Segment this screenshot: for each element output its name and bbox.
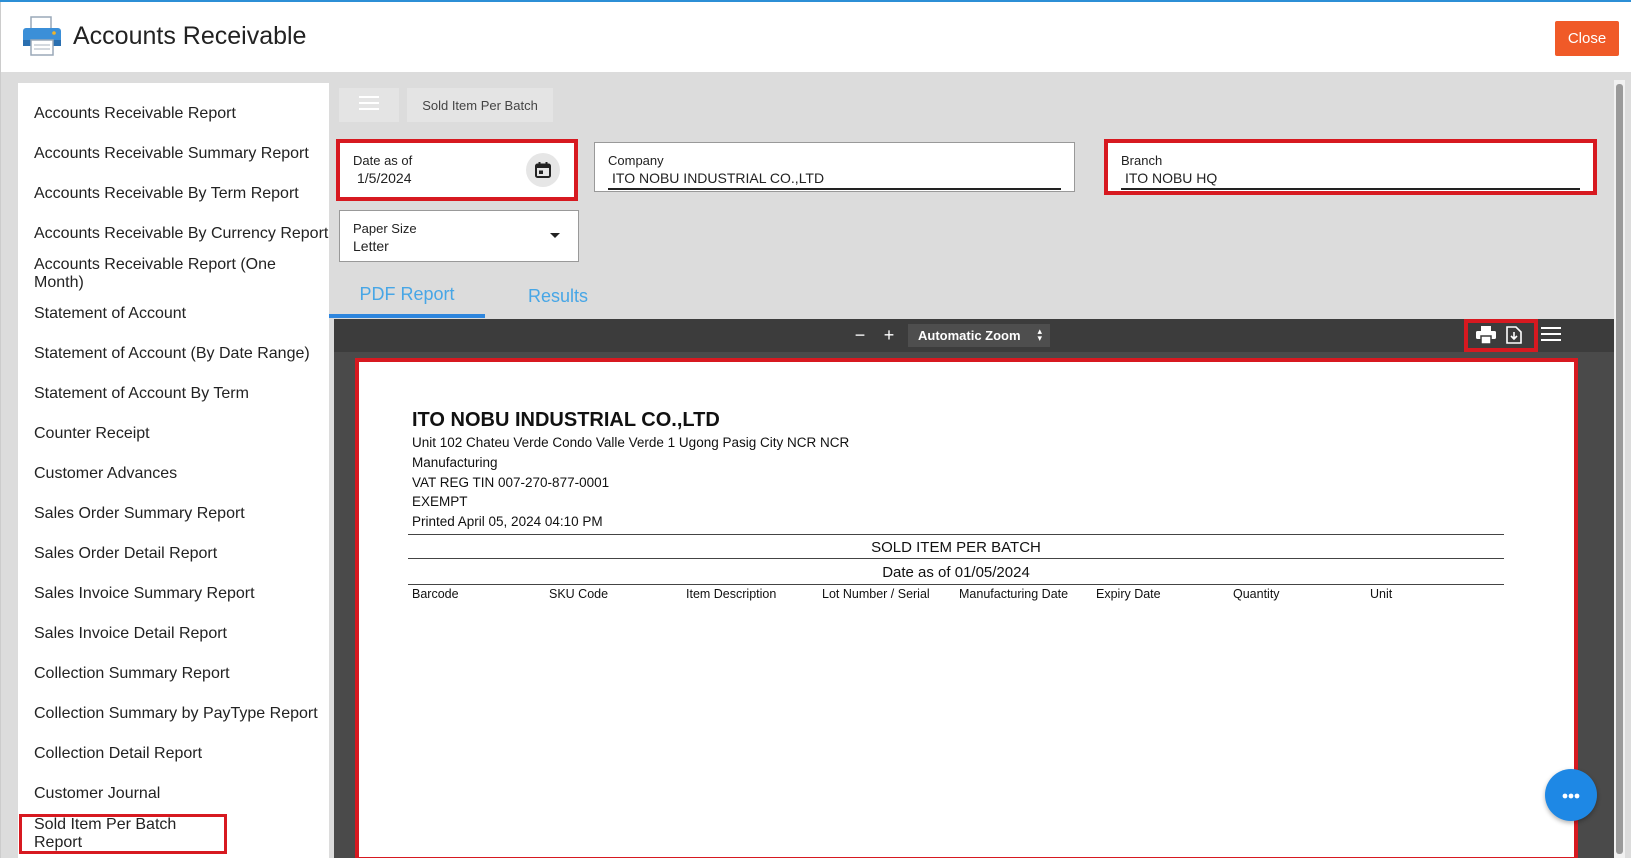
report-list-sidebar: Accounts Receivable Report Accounts Rece… bbox=[18, 83, 329, 858]
sidebar-item-collection-summary-by-paytype[interactable]: Collection Summary by PayType Report bbox=[18, 694, 329, 734]
report-tabs: PDF Report Results bbox=[329, 274, 1614, 318]
sidebar-item-sales-order-detail[interactable]: Sales Order Detail Report bbox=[18, 534, 329, 574]
sidebar-item-counter-receipt[interactable]: Counter Receipt bbox=[18, 414, 329, 454]
sidebar-item-ar-summary-report[interactable]: Accounts Receivable Summary Report bbox=[18, 134, 329, 174]
pdf-viewer: − + Automatic Zoom ▴ ▾ ITO NOBU INDUSTRI… bbox=[334, 319, 1614, 858]
hamburger-icon bbox=[359, 95, 379, 115]
report-business-type: Manufacturing bbox=[412, 455, 498, 470]
sidebar-item-collection-summary[interactable]: Collection Summary Report bbox=[18, 654, 329, 694]
column-header-unit: Unit bbox=[1370, 587, 1393, 601]
report-tin: VAT REG TIN 007-270-877-0001 bbox=[412, 475, 610, 490]
more-dots-icon bbox=[1562, 786, 1580, 804]
download-icon[interactable] bbox=[1504, 326, 1524, 344]
report-content: Sold Item Per Batch Date as of 1/5/2024 … bbox=[329, 72, 1614, 858]
column-header-quantity: Quantity bbox=[1233, 587, 1280, 601]
date-as-of-label: Date as of bbox=[353, 153, 413, 168]
divider bbox=[408, 534, 1504, 535]
column-header-lot-number: Lot Number / Serial bbox=[822, 587, 930, 601]
print-icon[interactable] bbox=[1476, 326, 1496, 344]
sidebar-item-ar-by-currency-report[interactable]: Accounts Receivable By Currency Report bbox=[18, 214, 329, 254]
zoom-select-value: Automatic Zoom bbox=[918, 328, 1021, 343]
pdf-toolbar: − + Automatic Zoom ▴ ▾ bbox=[334, 319, 1614, 352]
company-field[interactable]: Company ITO NOBU INDUSTRIAL CO.,LTD bbox=[594, 142, 1075, 192]
column-header-barcode: Barcode bbox=[412, 587, 459, 601]
sidebar-item-statement-by-date-range[interactable]: Statement of Account (By Date Range) bbox=[18, 334, 329, 374]
divider bbox=[408, 584, 1504, 585]
paper-size-value: Letter bbox=[353, 238, 389, 254]
report-printed-date: Printed April 05, 2024 04:10 PM bbox=[412, 514, 603, 529]
sidebar-item-customer-journal[interactable]: Customer Journal bbox=[18, 774, 329, 814]
company-value[interactable]: ITO NOBU INDUSTRIAL CO.,LTD bbox=[612, 170, 824, 186]
divider bbox=[408, 558, 1504, 559]
sidebar-item-ar-one-month-report[interactable]: Accounts Receivable Report (One Month) bbox=[18, 254, 329, 294]
column-header-expiry-date: Expiry Date bbox=[1096, 587, 1161, 601]
scrollbar-thumb[interactable] bbox=[1616, 84, 1623, 854]
sidebar-item-sales-invoice-detail[interactable]: Sales Invoice Detail Report bbox=[18, 614, 329, 654]
tools-menu-icon[interactable] bbox=[1541, 326, 1561, 344]
report-title: SOLD ITEM PER BATCH bbox=[871, 539, 1041, 556]
close-button[interactable]: Close bbox=[1555, 21, 1619, 56]
sidebar-item-customer-advances[interactable]: Customer Advances bbox=[18, 454, 329, 494]
main-area: Accounts Receivable Report Accounts Rece… bbox=[0, 72, 1631, 858]
column-header-item-description: Item Description bbox=[686, 587, 777, 601]
sidebar-item-statement-by-term[interactable]: Statement of Account By Term bbox=[18, 374, 329, 414]
company-underline bbox=[608, 188, 1061, 190]
paper-size-select[interactable]: Paper Size Letter bbox=[339, 210, 579, 262]
select-arrows-icon: ▴ ▾ bbox=[1037, 326, 1042, 343]
sidebar-item-sold-item-per-batch[interactable]: Sold Item Per Batch Report bbox=[19, 814, 227, 854]
branch-underline bbox=[1121, 188, 1580, 190]
sidebar-item-sales-invoice-summary[interactable]: Sales Invoice Summary Report bbox=[18, 574, 329, 614]
report-company-name: ITO NOBU INDUSTRIAL CO.,LTD bbox=[412, 409, 720, 431]
report-date-line: Date as of 01/05/2024 bbox=[882, 564, 1030, 581]
caret-down-icon bbox=[550, 233, 560, 238]
column-header-sku-code: SKU Code bbox=[549, 587, 609, 601]
chat-fab-button[interactable] bbox=[1545, 769, 1597, 821]
hamburger-menu-button[interactable] bbox=[339, 88, 399, 122]
sidebar-item-ar-by-term-report[interactable]: Accounts Receivable By Term Report bbox=[18, 174, 329, 214]
app-title: Accounts Receivable bbox=[73, 22, 307, 50]
branch-label: Branch bbox=[1121, 153, 1163, 168]
tab-pdf-report[interactable]: PDF Report bbox=[329, 274, 485, 318]
pdf-page: ITO NOBU INDUSTRIAL CO.,LTD Unit 102 Cha… bbox=[355, 358, 1578, 858]
printer-icon bbox=[21, 16, 63, 56]
app-header: Accounts Receivable Close bbox=[0, 2, 1631, 72]
date-as-of-field[interactable]: Date as of 1/5/2024 bbox=[336, 139, 578, 201]
company-label: Company bbox=[608, 153, 664, 168]
sidebar-item-ar-report[interactable]: Accounts Receivable Report bbox=[18, 94, 329, 134]
tab-results[interactable]: Results bbox=[515, 274, 601, 318]
paper-size-label: Paper Size bbox=[353, 221, 417, 236]
report-address: Unit 102 Chateu Verde Condo Valle Verde … bbox=[412, 435, 850, 450]
branch-value[interactable]: ITO NOBU HQ bbox=[1125, 170, 1217, 186]
sidebar-item-statement-of-account[interactable]: Statement of Account bbox=[18, 294, 329, 334]
branch-field[interactable]: Branch ITO NOBU HQ bbox=[1104, 139, 1597, 195]
calendar-icon[interactable] bbox=[526, 153, 560, 187]
date-as-of-value[interactable]: 1/5/2024 bbox=[357, 170, 412, 186]
tab-sold-item-per-batch[interactable]: Sold Item Per Batch bbox=[407, 88, 553, 122]
pdf-tool-group bbox=[1464, 319, 1538, 352]
zoom-select[interactable]: Automatic Zoom ▴ ▾ bbox=[908, 324, 1050, 347]
sidebar-item-collection-detail[interactable]: Collection Detail Report bbox=[18, 734, 329, 774]
zoom-out-button[interactable]: − bbox=[848, 323, 872, 347]
report-tax-status: EXEMPT bbox=[412, 494, 468, 509]
sidebar-item-sales-order-summary[interactable]: Sales Order Summary Report bbox=[18, 494, 329, 534]
zoom-in-button[interactable]: + bbox=[877, 323, 901, 347]
column-header-manufacturing-date: Manufacturing Date bbox=[959, 587, 1069, 601]
